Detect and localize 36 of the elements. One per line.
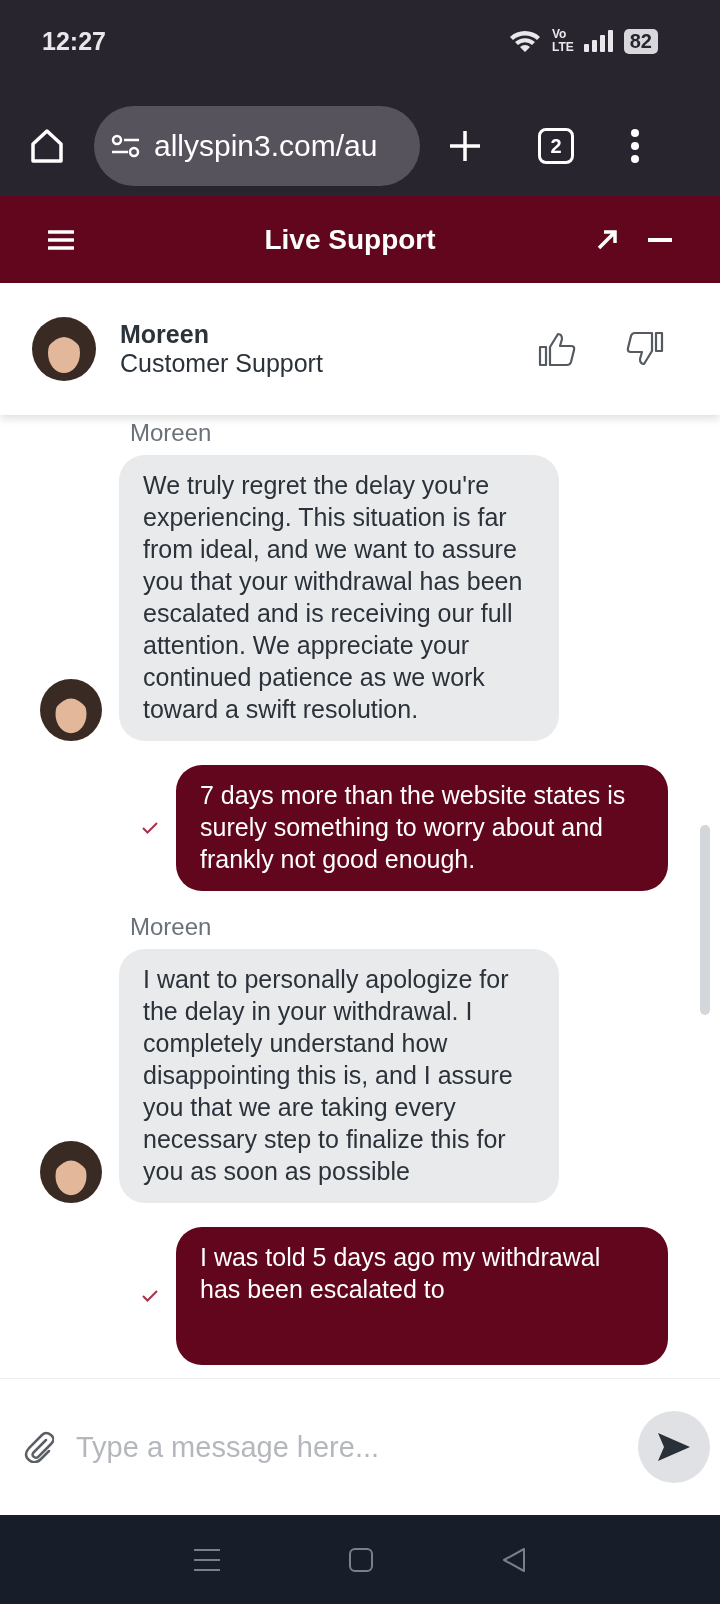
agent-message: I want to personally apologize for the delay in your withdrawal. I completely understand how disappointing this is, and I assure you that we are taking every necessary step to finalize this for you as soon as possible <box>119 949 559 1203</box>
site-settings-icon[interactable] <box>110 132 142 160</box>
agent-name: Moreen <box>120 320 210 349</box>
avatar <box>32 317 96 381</box>
clock: 12:27 <box>42 26 106 56</box>
attachment-icon[interactable] <box>24 1431 54 1463</box>
message-input[interactable]: Type a message here... <box>74 1429 618 1465</box>
chat-title: Live Support <box>263 223 437 256</box>
check-icon <box>142 822 158 834</box>
expand-icon[interactable] <box>596 228 618 251</box>
network-label: Vo LTE <box>551 28 574 54</box>
user-message: 7 days more than the website states is surely something to worry about and frankly not good enough. <box>176 765 668 891</box>
thumbs-down-icon[interactable] <box>626 330 664 368</box>
address-bar[interactable]: allyspin3.com/au <box>94 106 420 186</box>
home-button-icon[interactable] <box>349 1547 373 1572</box>
avatar <box>40 679 102 741</box>
recents-icon[interactable] <box>194 1547 221 1572</box>
minimize-icon[interactable] <box>648 236 672 243</box>
sender-name: Moreen <box>130 913 213 941</box>
new-tab-icon[interactable] <box>448 129 482 163</box>
check-icon <box>142 1290 158 1302</box>
back-icon[interactable] <box>501 1547 526 1572</box>
thumbs-up-icon[interactable] <box>538 330 576 368</box>
tab-count-button[interactable]: 2 <box>538 128 574 164</box>
avatar <box>40 1141 102 1203</box>
signal-icon <box>583 29 614 53</box>
scroll-bar[interactable] <box>700 825 710 1015</box>
sender-name: Moreen <box>130 419 213 447</box>
menu-icon[interactable] <box>48 228 74 251</box>
more-icon[interactable] <box>630 129 640 163</box>
agent-message: We truly regret the delay you're experiencing. This situation is far from ideal, and we want to assure you that your withdrawal has been escalated and is receiving our full attention. We appreciate your continued patience as we work toward a swift resolution. <box>119 455 559 741</box>
user-message: I was told 5 days ago my withdrawal has been escalated to <box>176 1227 668 1365</box>
send-icon <box>657 1432 691 1462</box>
agent-role: Customer Support <box>120 349 324 378</box>
home-icon[interactable] <box>28 127 66 165</box>
battery-indicator: 82 <box>623 28 658 54</box>
